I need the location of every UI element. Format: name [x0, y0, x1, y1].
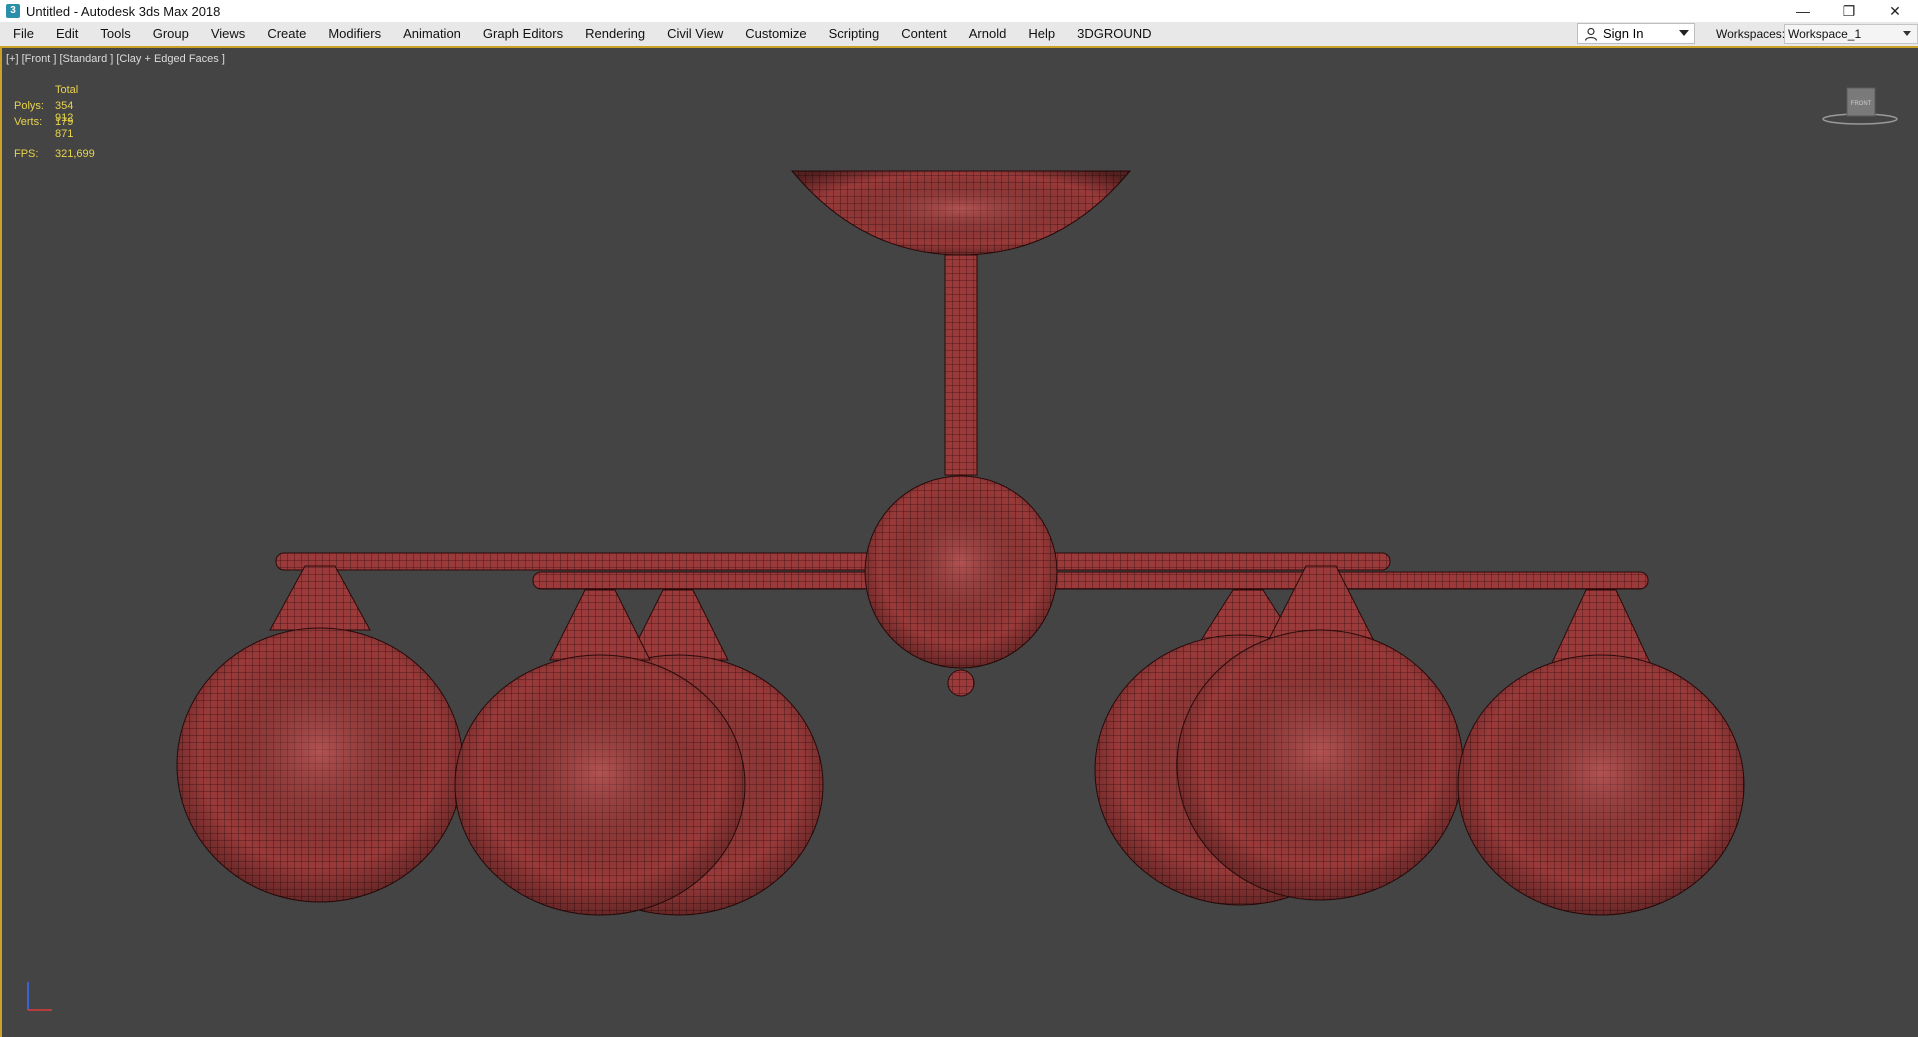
chandelier-model[interactable] — [0, 0, 1918, 1037]
center-sphere-shade — [865, 476, 1057, 668]
viewcube-front-label: FRONT — [1851, 101, 1872, 107]
globe-shade — [176, 565, 464, 903]
arm-left-back — [275, 552, 897, 571]
globe-shade — [1457, 589, 1745, 916]
finial — [947, 669, 975, 697]
arm-left-front — [532, 571, 894, 590]
viewcube[interactable]: FRONT — [1822, 86, 1898, 126]
stem — [944, 254, 978, 476]
axis-tripod-icon — [27, 982, 52, 1011]
ceiling-canopy-shade — [792, 171, 1130, 255]
